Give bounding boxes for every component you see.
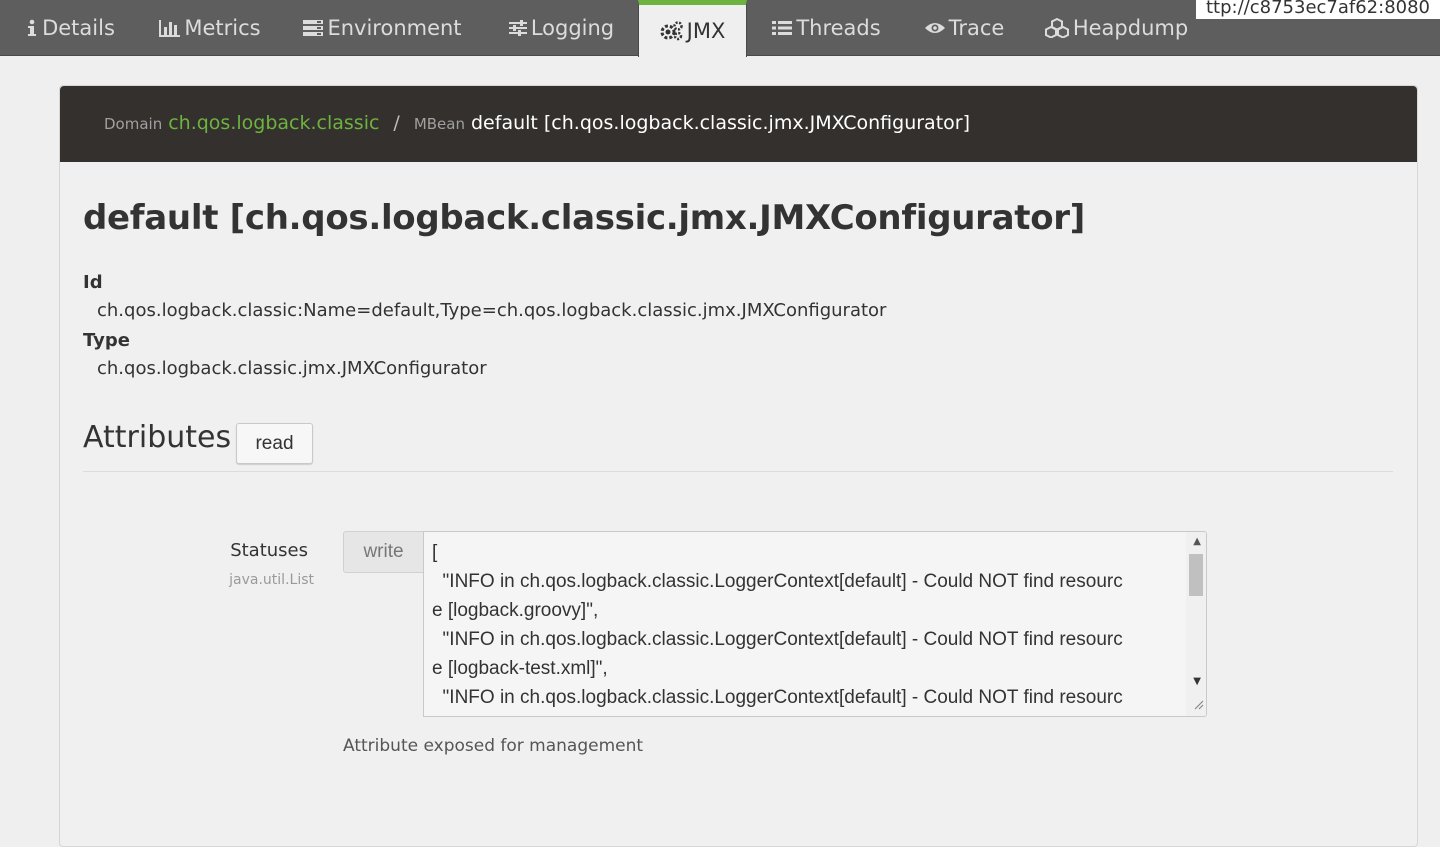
type-label: Type (83, 330, 130, 351)
panel-header: Domain ch.qos.logback.classic / MBean de… (60, 86, 1417, 162)
server-icon (302, 19, 324, 37)
resize-handle-icon[interactable] (1192, 695, 1204, 714)
cubes-icon (1044, 17, 1070, 38)
scroll-down-arrow-icon[interactable]: ▼ (1193, 676, 1201, 687)
attribute-value-textarea[interactable]: [ "INFO in ch.qos.logback.classic.Logger… (423, 531, 1207, 717)
cogs-icon (660, 21, 684, 41)
eye-icon (924, 20, 946, 36)
list-icon (771, 19, 793, 37)
breadcrumb-domain-link[interactable]: ch.qos.logback.classic (168, 112, 379, 134)
tab-logging-label: Logging (530, 15, 615, 40)
breadcrumb-mbean-current: default [ch.qos.logback.classic.jmx.JMXC… (471, 112, 971, 134)
bar-chart-icon (159, 19, 181, 37)
page-title: default [ch.qos.logback.classic.jmx.JMXC… (83, 198, 1085, 238)
tab-logging[interactable]: Logging (484, 0, 638, 55)
tab-heapdump[interactable]: Heapdump (1023, 0, 1209, 55)
attribute-description: Attribute exposed for management (343, 736, 644, 756)
section-divider (83, 471, 1393, 472)
mbean-panel: Domain ch.qos.logback.classic / MBean de… (59, 85, 1418, 847)
breadcrumb-domain-label: Domain (104, 115, 163, 133)
attributes-heading: Attributes (83, 420, 232, 455)
tab-environment[interactable]: Environment (280, 0, 484, 55)
breadcrumb-mbean-label: MBean (413, 115, 465, 133)
write-button[interactable]: write (343, 531, 423, 573)
attribute-value-text: [ "INFO in ch.qos.logback.classic.Logger… (432, 542, 1123, 708)
textarea-scrollbar[interactable]: ▲ ▼ (1186, 532, 1206, 716)
id-value: ch.qos.logback.classic:Name=default,Type… (97, 300, 887, 321)
tab-details-label: Details (42, 15, 115, 40)
tab-heapdump-label: Heapdump (1072, 15, 1189, 40)
url-display: ttp://c8753ec7af62:8080 (1196, 0, 1440, 19)
tab-trace[interactable]: Trace (905, 0, 1023, 55)
read-button[interactable]: read (236, 423, 313, 464)
breadcrumb-separator: / (393, 112, 400, 134)
sliders-icon (508, 19, 528, 37)
tab-jmx[interactable]: JMX (638, 0, 747, 57)
tab-metrics-label: Metrics (184, 15, 261, 40)
tab-threads[interactable]: Threads (747, 0, 905, 55)
scroll-up-arrow-icon[interactable]: ▲ (1193, 536, 1201, 547)
tab-metrics[interactable]: Metrics (140, 0, 280, 55)
tab-threads-label: Threads (796, 15, 881, 40)
top-nav: Details Metrics Environment Logging JMX … (0, 0, 1440, 57)
tab-jmx-label: JMX (686, 19, 726, 43)
type-value: ch.qos.logback.classic.jmx.JMXConfigurat… (97, 358, 487, 379)
tab-details[interactable]: Details (0, 0, 140, 55)
tab-environment-label: Environment (327, 15, 462, 40)
attribute-type: java.util.List (229, 572, 314, 588)
scrollbar-thumb[interactable] (1189, 554, 1203, 596)
info-icon (25, 19, 39, 37)
breadcrumb: Domain ch.qos.logback.classic / MBean de… (104, 112, 970, 134)
id-label: Id (83, 272, 103, 293)
attribute-name: Statuses (230, 540, 308, 561)
tab-trace-label: Trace (948, 15, 1005, 40)
